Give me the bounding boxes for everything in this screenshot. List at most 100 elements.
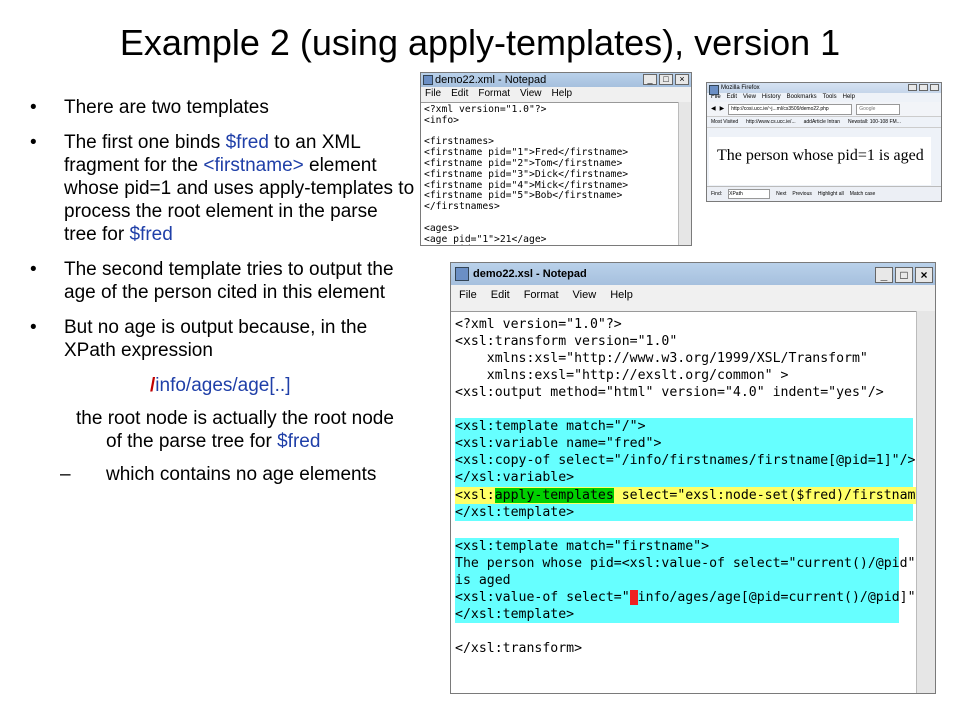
para-text: the root node is actually the root node … (76, 408, 394, 452)
text-editor[interactable]: <?xml version="1.0"?> <xsl:transform ver… (451, 311, 917, 693)
menu-view[interactable]: View (520, 87, 542, 100)
minimize-button[interactable]: _ (643, 74, 657, 85)
title-bar: demo22.xml - Notepad _ □ × (421, 73, 691, 87)
find-previous-button[interactable]: Previous (792, 187, 811, 201)
menu-view[interactable]: View (743, 93, 756, 102)
element-ref: <firstname> (203, 155, 304, 176)
menu-view[interactable]: View (573, 285, 597, 305)
window-title: Mozilla Firefox (721, 85, 760, 91)
bullet-text: The first one binds (64, 132, 226, 153)
xml-code: <?xml version="1.0"?> <info> <firstnames… (424, 104, 629, 245)
menu-edit[interactable]: Edit (727, 93, 737, 102)
menu-edit[interactable]: Edit (491, 285, 510, 305)
navigation-bar: ◀ ▶ http://cosi.ucc.ie/~j...ml/cs3509/de… (707, 102, 941, 117)
address-bar[interactable]: http://cosi.ucc.ie/~j...ml/cs3509/demo22… (728, 103, 853, 115)
maximize-button[interactable]: □ (659, 74, 673, 85)
close-button[interactable]: × (915, 267, 933, 283)
find-bar: Find: XPath Next Previous Highlight all … (707, 186, 941, 201)
find-next-button[interactable]: Next (776, 187, 786, 201)
bullet-text: There are two templates (64, 97, 269, 118)
text-editor[interactable]: <?xml version="1.0"?> <info> <firstnames… (421, 102, 679, 245)
bullet-text: The second template tries to output the … (64, 259, 394, 303)
menu-file[interactable]: File (459, 285, 477, 305)
bookmark-item[interactable]: Most Visited (711, 117, 738, 127)
bullet-mark: • (30, 132, 37, 153)
xsl-header-code: <?xml version="1.0"?> <xsl:transform ver… (455, 317, 884, 400)
search-input[interactable]: Google (856, 103, 901, 115)
firefox-icon (709, 85, 719, 95)
vertical-scrollbar[interactable] (678, 102, 691, 245)
code-fragment: <xsl: (455, 488, 495, 503)
maximize-button[interactable] (919, 84, 928, 91)
page-content: The person whose pid=1 is aged (709, 137, 931, 185)
menu-history[interactable]: History (762, 93, 781, 102)
variable-ref: $fred (225, 132, 269, 153)
close-button[interactable]: × (675, 74, 689, 85)
highlight-all-button[interactable]: Highlight all (818, 187, 844, 201)
menu-bar: File Edit View History Bookmarks Tools H… (707, 93, 941, 102)
window-title: demo22.xml - Notepad (435, 74, 547, 86)
minimize-button[interactable]: _ (875, 267, 893, 283)
title-bar: Mozilla Firefox (707, 83, 941, 95)
bullet-item: • The second template tries to output th… (30, 258, 415, 304)
bullet-item: • The first one binds $fred to an XML fr… (30, 131, 415, 246)
notepad-icon (423, 75, 433, 85)
bookmarks-bar: Most Visited http://www.cs.ucc.ie/... ad… (707, 117, 941, 128)
menu-tools[interactable]: Tools (823, 93, 837, 102)
value-of-line: <xsl:value-of select="/info/ages/age[@pi… (455, 589, 917, 606)
menu-bookmarks[interactable]: Bookmarks (787, 93, 817, 102)
sub-bullet: – which contains no age elements (30, 463, 415, 486)
code-fragment: select="exsl:node-set($fred)/firstname"/… (613, 488, 917, 503)
xpath-expression: /info/ages/age[..] (30, 374, 415, 397)
window-title: demo22.xsl - Notepad (473, 268, 587, 280)
maximize-button[interactable]: □ (895, 267, 913, 283)
menu-help[interactable]: Help (552, 87, 573, 100)
cursor-slash: / (629, 590, 638, 605)
bullet-mark: • (30, 97, 37, 118)
xpath-path: info/ages/age[..] (155, 375, 291, 396)
find-input[interactable]: XPath (728, 189, 771, 199)
match-case-checkbox[interactable]: Match case (850, 187, 876, 201)
apply-templates-line: <xsl:apply-templates select="exsl:node-s… (455, 487, 917, 504)
notepad-icon (455, 267, 469, 281)
menu-help[interactable]: Help (843, 93, 855, 102)
close-button[interactable] (930, 84, 939, 91)
menu-edit[interactable]: Edit (451, 87, 468, 100)
bullet-mark: • (30, 259, 37, 280)
bullet-list: • There are two templates • The first on… (30, 96, 415, 486)
bullet-mark: • (30, 317, 37, 338)
back-icon[interactable]: ◀ (711, 102, 716, 116)
page-text: The person whose pid=1 is aged (717, 147, 924, 164)
menu-format[interactable]: Format (478, 87, 510, 100)
notepad-xsl-window: demo22.xsl - Notepad _ □ × File Edit For… (450, 262, 936, 694)
bookmark-item[interactable]: http://www.cs.ucc.ie/... (746, 117, 795, 127)
code-fragment: <xsl:value-of select=" (455, 590, 630, 605)
code-fragment: info/ages/age[@pid=current()/@pid]"/> (637, 590, 917, 605)
transform-end-code: </xsl:transform> (455, 641, 583, 656)
explanation-paragraph: the root node is actually the root node … (30, 407, 415, 453)
bookmark-item[interactable]: addArticle Intran (804, 117, 840, 127)
template-end-code: </xsl:template> (455, 505, 575, 520)
firefox-window: Mozilla Firefox File Edit View History B… (706, 82, 942, 202)
bullet-text: But no age is output because, in the XPa… (64, 317, 368, 361)
find-label: Find: (711, 191, 723, 197)
vertical-scrollbar[interactable] (916, 311, 935, 693)
menu-bar: File Edit Format View Help (421, 87, 691, 100)
template-firstname-block: <xsl:template match="firstname"> The per… (455, 538, 917, 623)
forward-icon[interactable]: ▶ (720, 102, 725, 116)
menu-bar: File Edit Format View Help (451, 285, 935, 305)
dash-mark: – (60, 464, 71, 485)
bullet-item: • But no age is output because, in the X… (30, 316, 415, 362)
title-bar: demo22.xsl - Notepad _ □ × (451, 263, 935, 285)
menu-format[interactable]: Format (524, 285, 559, 305)
menu-help[interactable]: Help (610, 285, 633, 305)
slide-title: Example 2 (using apply-templates), versi… (119, 22, 841, 63)
bullet-item: • There are two templates (30, 96, 415, 119)
template-firstname-code: <xsl:template match="firstname"> The per… (455, 539, 917, 588)
menu-file[interactable]: File (425, 87, 441, 100)
sub-bullet-text: which contains no age elements (106, 464, 377, 485)
minimize-button[interactable] (908, 84, 917, 91)
apply-templates-highlight: apply-templates (494, 488, 614, 503)
bookmark-item[interactable]: Newstall: 100-108 FM... (848, 117, 901, 127)
variable-ref: $fred (277, 431, 321, 452)
